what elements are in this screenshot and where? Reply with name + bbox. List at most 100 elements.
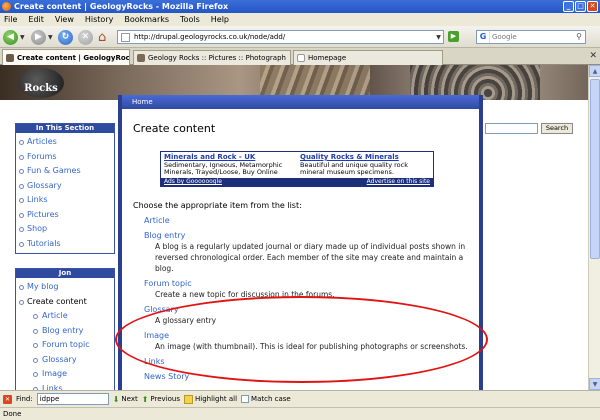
advertise-link[interactable]: Advertise on this site (367, 178, 430, 186)
site-logo[interactable]: Rocks (18, 68, 64, 98)
window-title: Create content | GeologyRocks - Mozilla … (14, 2, 229, 11)
reload-button[interactable]: ↻ (58, 29, 73, 45)
content-type-forum-topic-link[interactable]: Forum topic (144, 278, 474, 289)
forward-button[interactable]: ▶ (31, 29, 46, 45)
nav-sub-image[interactable]: Image (18, 367, 114, 382)
find-next-label: Next (121, 395, 138, 403)
menu-bookmarks[interactable]: Bookmarks (123, 15, 170, 24)
nav-sub-forum-topic[interactable]: Forum topic (18, 338, 114, 353)
menu-file[interactable]: File (3, 15, 18, 24)
list-item: Forum topic Create a new topic for discu… (144, 278, 474, 300)
url-bar[interactable]: http://drupal.geologyrocks.co.uk/node/ad… (117, 30, 444, 44)
close-icon[interactable]: ✕ (587, 1, 598, 12)
up-arrow-icon: ⬆ (141, 394, 149, 404)
content-type-blog-entry-link[interactable]: Blog entry (144, 230, 474, 241)
breadcrumb-home[interactable]: Home (132, 95, 158, 109)
scroll-down-icon[interactable]: ▼ (589, 378, 600, 390)
back-button[interactable]: ◀ (3, 29, 18, 45)
highlight-all-button[interactable]: Highlight all (184, 394, 237, 404)
nav-sub-blog-entry[interactable]: Blog entry (18, 324, 114, 339)
nav-pictures[interactable]: Pictures (18, 208, 114, 223)
list-item: Article (144, 215, 474, 226)
menu-view[interactable]: View (54, 15, 75, 24)
menu-tools[interactable]: Tools (179, 15, 201, 24)
back-history-dropdown[interactable]: ▼ (20, 29, 25, 45)
nav-tutorials[interactable]: Tutorials (18, 237, 114, 252)
find-close-icon[interactable]: ✕ (3, 394, 12, 404)
home-icon: ⌂ (98, 29, 107, 45)
nav-articles[interactable]: Articles (18, 135, 114, 150)
scroll-thumb[interactable] (590, 79, 600, 259)
find-next-button[interactable]: ⬇ Next (113, 395, 138, 404)
main-content: Home Create content Minerals and Rock - … (118, 95, 483, 390)
navigation-toolbar: ◀ ▼ ▶ ▼ ↻ ✕ ⌂ http://drupal.geologyrocks… (0, 26, 600, 48)
nav-my-blog[interactable]: My blog (18, 280, 114, 295)
ad-item[interactable]: Minerals and Rock - UK Sedimentary, Igne… (164, 153, 294, 177)
tab-homepage[interactable]: Homepage (293, 50, 443, 65)
list-item: Image An image (with thumbnail). This is… (144, 330, 474, 352)
content-type-image-link[interactable]: Image (144, 330, 474, 341)
site-search: Search (485, 123, 573, 134)
primary-nav-bar: Home (122, 95, 479, 109)
stop-button[interactable]: ✕ (78, 29, 93, 45)
ad-item[interactable]: Quality Rocks & Minerals Beautiful and u… (300, 153, 432, 177)
user-nav-list: My blog Create content Article Blog entr… (16, 278, 114, 390)
maximize-icon[interactable]: □ (575, 1, 586, 12)
minimize-icon[interactable]: _ (563, 1, 574, 12)
content-type-description: An image (with thumbnail). This is ideal… (155, 342, 468, 351)
match-case-checkbox[interactable]: Match case (241, 395, 291, 403)
google-icon[interactable]: G (477, 31, 490, 43)
nav-sub-glossary[interactable]: Glossary (18, 353, 114, 368)
search-icon[interactable]: ⚲ (573, 31, 585, 43)
nav-create-content[interactable]: Create content (18, 295, 114, 310)
forward-history-dropdown[interactable]: ▼ (48, 29, 53, 45)
menu-bar: File Edit View History Bookmarks Tools H… (0, 13, 600, 26)
close-tab-icon[interactable]: ✕ (589, 51, 597, 61)
content-type-news-story-link[interactable]: News Story (144, 371, 474, 382)
nav-shop[interactable]: Shop (18, 222, 114, 237)
tab-geology-pictures[interactable]: Geology Rocks :: Pictures :: Photograph (133, 50, 291, 65)
firefox-icon (2, 2, 11, 11)
tab-label: Homepage (308, 54, 347, 62)
menu-help[interactable]: Help (210, 15, 230, 24)
tab-label: Create content | GeologyRocks (17, 53, 130, 62)
nav-sub-links[interactable]: Links (18, 382, 114, 390)
back-arrow-icon: ◀ (3, 29, 18, 45)
page-viewport: Rocks In This Section Articles Forums Fu… (0, 65, 600, 390)
content-type-description: A glossary entry (155, 316, 217, 325)
nav-fun-games[interactable]: Fun & Games (18, 164, 114, 179)
ad-text: mineral museum specimens. (300, 168, 394, 176)
url-dropdown-icon[interactable]: ▼ (434, 34, 443, 41)
site-search-input[interactable] (485, 123, 538, 134)
nav-forums[interactable]: Forums (18, 150, 114, 165)
find-previous-button[interactable]: ⬆ Previous (142, 395, 180, 404)
tab-create-content[interactable]: Create content | GeologyRocks (2, 49, 130, 65)
find-input[interactable]: idppe (36, 393, 109, 405)
nav-links[interactable]: Links (18, 193, 114, 208)
geologyrocks-favicon-icon (6, 53, 14, 62)
ads-by-google-link[interactable]: Ads by Goooooogle (164, 178, 222, 186)
home-button[interactable]: ⌂ (98, 29, 106, 45)
page-icon (121, 32, 130, 42)
status-bar: Done (0, 407, 600, 420)
content-type-glossary-link[interactable]: Glossary (144, 304, 474, 315)
nav-glossary[interactable]: Glossary (18, 179, 114, 194)
content-type-article-link[interactable]: Article (144, 215, 474, 226)
find-label: Find: (16, 395, 33, 403)
go-button[interactable]: ▶ (448, 31, 459, 42)
vertical-scrollbar[interactable]: ▲ ▼ (588, 65, 600, 390)
search-engine-box[interactable]: G Google ⚲ (476, 30, 586, 44)
content-type-description: A blog is a regularly updated journal or… (155, 242, 466, 273)
list-item: Links (144, 356, 474, 367)
window-title-bar: Create content | GeologyRocks - Mozilla … (0, 0, 600, 13)
menu-edit[interactable]: Edit (27, 15, 45, 24)
nav-sub-article[interactable]: Article (18, 309, 114, 324)
scroll-up-icon[interactable]: ▲ (589, 65, 600, 77)
page-title: Create content (133, 122, 216, 135)
content-type-links-link[interactable]: Links (144, 356, 474, 367)
section-nav-title: In This Section (16, 124, 114, 133)
list-item: Blog entry A blog is a regularly updated… (144, 230, 474, 274)
site-search-button[interactable]: Search (541, 123, 573, 134)
menu-history[interactable]: History (84, 15, 114, 24)
status-text: Done (3, 410, 22, 418)
